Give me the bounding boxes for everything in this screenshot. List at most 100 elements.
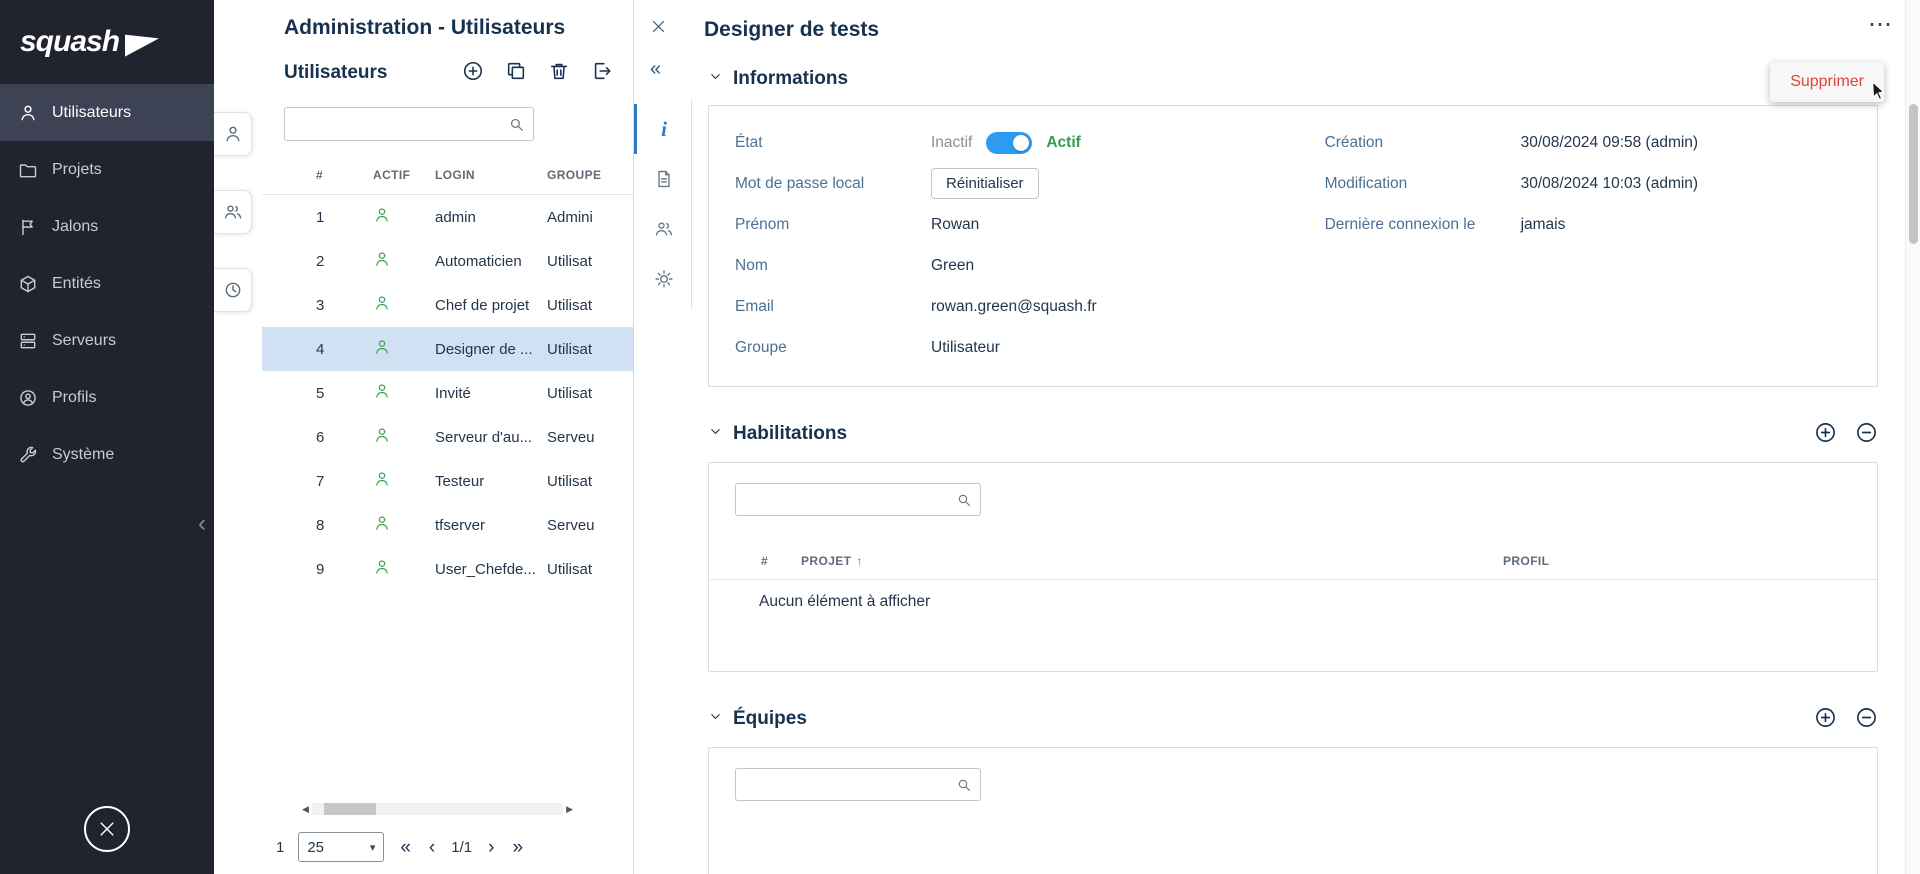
- section-habilitations-header[interactable]: Habilitations: [708, 421, 1878, 447]
- scrollbar-thumb[interactable]: [323, 803, 376, 815]
- remove-equipe-button[interactable]: [1855, 706, 1878, 732]
- remove-habilitation-button[interactable]: [1855, 421, 1878, 447]
- next-page-button[interactable]: ›: [486, 838, 496, 857]
- active-user-icon: [373, 338, 435, 360]
- vertical-scrollbar[interactable]: [1905, 0, 1920, 874]
- table-row[interactable]: 7 Testeur Utilisat: [262, 459, 633, 503]
- users-table-header: # ACTIF LOGIN GROUPE: [262, 155, 633, 195]
- export-users-button[interactable]: [591, 60, 613, 85]
- detail-tabstrip: i: [634, 98, 692, 310]
- section-equipes-header[interactable]: Équipes: [708, 706, 1878, 732]
- copy-user-button[interactable]: [505, 60, 527, 85]
- col-groupe: GROUPE: [547, 167, 602, 182]
- last-page-button[interactable]: »: [510, 838, 525, 857]
- section-equipes: Équipes: [708, 706, 1878, 874]
- row-login: tfserver: [435, 516, 486, 534]
- table-row[interactable]: 1 admin Admini: [262, 195, 633, 239]
- tab-informations[interactable]: i: [634, 104, 691, 154]
- menu-item-supprimer[interactable]: Supprimer: [1770, 62, 1884, 102]
- add-habilitation-button[interactable]: [1814, 421, 1837, 447]
- chevron-down-icon: [708, 709, 723, 729]
- users-search-input[interactable]: [295, 115, 508, 133]
- tab-permissions[interactable]: [634, 254, 691, 304]
- active-user-icon: [373, 514, 435, 536]
- search-icon: [510, 118, 523, 131]
- add-user-button[interactable]: [462, 60, 484, 85]
- tab-authorisations[interactable]: [634, 154, 691, 204]
- more-menu-button[interactable]: ⋯: [1868, 12, 1894, 37]
- mini-tab-users[interactable]: [214, 112, 252, 156]
- horizontal-scrollbar[interactable]: ◀ ▶: [302, 802, 573, 816]
- section-informations-header[interactable]: Informations: [708, 68, 1878, 90]
- delete-user-button[interactable]: [548, 60, 570, 85]
- habilitations-search-input[interactable]: [746, 491, 956, 508]
- collapse-detail-button[interactable]: «: [650, 58, 661, 81]
- page-size-select[interactable]: 25 ▾: [298, 832, 385, 862]
- row-num: 5: [316, 384, 325, 402]
- table-row[interactable]: 8 tfserver Serveu: [262, 503, 633, 547]
- row-num: 1: [316, 208, 325, 226]
- scrollbar-track[interactable]: [311, 803, 564, 815]
- active-user-icon: [373, 558, 435, 580]
- tab-teams[interactable]: [634, 204, 691, 254]
- mini-tab-teams[interactable]: [214, 190, 252, 234]
- active-toggle[interactable]: [986, 131, 1033, 154]
- col-profil[interactable]: PROFIL: [1503, 554, 1877, 568]
- close-detail-button[interactable]: [650, 18, 667, 38]
- scroll-right-arrow-icon[interactable]: ▶: [566, 804, 573, 814]
- sidebar-item-entites[interactable]: Entités: [0, 255, 214, 312]
- habilitations-search-box: [735, 483, 981, 516]
- col-login: LOGIN: [435, 167, 475, 182]
- field-label: État: [735, 133, 763, 151]
- sidebar: squash Utilisateurs Projets Jalons Entit…: [0, 0, 214, 874]
- field-value[interactable]: Utilisateur: [931, 339, 1000, 357]
- page-size-value: 25: [307, 838, 325, 856]
- field-value[interactable]: rowan.green@squash.fr: [931, 298, 1097, 316]
- field-value[interactable]: Green: [931, 257, 974, 275]
- sidebar-collapse-chevron[interactable]: ‹: [198, 512, 206, 536]
- sidebar-item-label: Entités: [52, 274, 101, 292]
- chevron-down-icon: [708, 69, 723, 89]
- col-actif: ACTIF: [373, 167, 411, 182]
- table-row[interactable]: 3 Chef de projet Utilisat: [262, 283, 633, 327]
- reset-password-button[interactable]: Réinitialiser: [931, 168, 1039, 199]
- user-icon: [21, 105, 35, 120]
- table-row[interactable]: 6 Serveur d'au... Serveu: [262, 415, 633, 459]
- sort-asc-icon: ↑: [856, 553, 863, 568]
- sidebar-item-jalons[interactable]: Jalons: [0, 198, 214, 255]
- close-admin-button[interactable]: [84, 806, 130, 852]
- sidebar-item-projets[interactable]: Projets: [0, 141, 214, 198]
- sidebar-item-utilisateurs[interactable]: Utilisateurs: [0, 84, 214, 141]
- sidebar-item-systeme[interactable]: Système: [0, 426, 214, 483]
- info-icon: i: [661, 116, 667, 141]
- sidebar-item-profils[interactable]: Profils: [0, 369, 214, 426]
- row-groupe: Utilisat: [547, 384, 593, 402]
- trash-icon: [550, 63, 568, 80]
- close-icon: [652, 20, 665, 33]
- field-label: Modification: [1324, 174, 1408, 192]
- row-groupe: Serveu: [547, 516, 595, 534]
- list-toolbar: [462, 60, 613, 85]
- field-groupe: Groupe Utilisateur: [735, 327, 1325, 368]
- pagination-bar: 1 25 ▾ « ‹ 1/1 › »: [262, 820, 633, 874]
- table-row[interactable]: 9 User_Chefde... Utilisat: [262, 547, 633, 591]
- sidebar-item-serveurs[interactable]: Serveurs: [0, 312, 214, 369]
- actif-label: Actif: [1046, 133, 1081, 151]
- mini-tab-history[interactable]: [214, 268, 252, 312]
- prev-page-button[interactable]: ‹: [427, 838, 437, 857]
- table-row-selected[interactable]: 4 Designer de ... Utilisat: [262, 327, 633, 371]
- field-derniere-connexion: Dernière connexion le jamais: [1325, 204, 1851, 245]
- detail-content: Informations État Inactif Actif Mot de p…: [692, 42, 1920, 874]
- table-row[interactable]: 5 Invité Utilisat: [262, 371, 633, 415]
- equipes-search-input[interactable]: [746, 776, 956, 793]
- col-projet[interactable]: PROJET ↑: [801, 554, 1503, 568]
- row-login: Invité: [435, 384, 471, 402]
- add-equipe-button[interactable]: [1814, 706, 1837, 732]
- scrollbar-thumb[interactable]: [1909, 104, 1918, 244]
- user-icon: [225, 126, 240, 142]
- field-prenom: Prénom Rowan: [735, 204, 1325, 245]
- field-value[interactable]: Rowan: [931, 216, 979, 234]
- first-page-button[interactable]: «: [398, 838, 413, 857]
- table-row[interactable]: 2 Automaticien Utilisat: [262, 239, 633, 283]
- scroll-left-arrow-icon[interactable]: ◀: [302, 804, 309, 814]
